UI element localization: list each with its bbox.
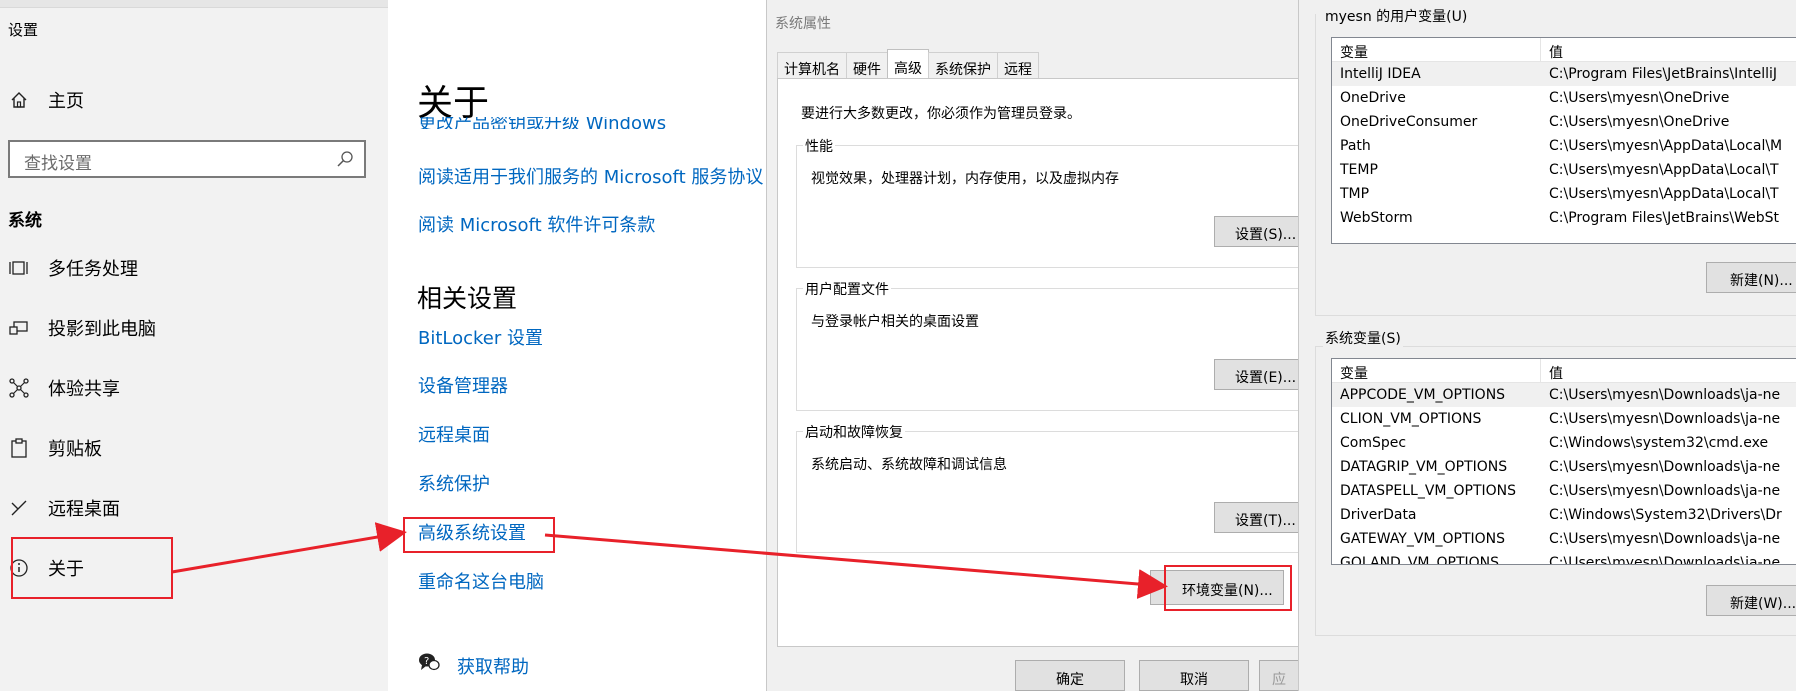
multitask-icon <box>8 257 30 279</box>
user-variables-list[interactable]: 变量 值 IntelliJ IDEA C:\Program Files\JetBr… <box>1331 37 1796 244</box>
user-new-button[interactable]: 新建(N)... <box>1706 262 1796 293</box>
nav-share[interactable]: 体验共享 <box>0 366 388 410</box>
apply-button[interactable]: 应 <box>1259 660 1299 691</box>
nav-home-label: 主页 <box>48 91 84 112</box>
license-terms-link[interactable]: 阅读 Microsoft 软件许可条款 <box>418 211 655 237</box>
col-variable: 变量 <box>1340 45 1368 61</box>
list-item[interactable]: DATAGRIP_VM_OPTIONS C:\Users\myesn\Downlo… <box>1332 455 1796 479</box>
nav-share-label: 体验共享 <box>48 379 120 400</box>
performance-desc: 视觉效果，处理器计划，内存使用，以及虚拟内存 <box>811 171 1119 187</box>
col-value: 值 <box>1549 45 1563 61</box>
project-icon <box>8 317 30 339</box>
admin-note: 要进行大多数更改，你必须作为管理员登录。 <box>801 106 1081 122</box>
remote-desktop-icon <box>8 497 30 519</box>
performance-label: 性能 <box>803 136 835 156</box>
ok-button[interactable]: 确定 <box>1015 660 1125 691</box>
list-item[interactable]: TEMP C:\Users\myesn\AppData\Local\T <box>1332 158 1796 182</box>
list-item[interactable]: WebStorm C:\Program Files\JetBrains\WebSt <box>1332 206 1796 230</box>
related-settings-title: 相关设置 <box>417 284 518 313</box>
nav-multitask-label: 多任务处理 <box>48 259 138 280</box>
search-placeholder: 查找设置 <box>24 154 92 174</box>
list-item[interactable]: APPCODE_VM_OPTIONS C:\Users\myesn\Downloa… <box>1332 383 1796 407</box>
system-new-button[interactable]: 新建(W)... <box>1706 585 1796 616</box>
nav-home[interactable]: 主页 <box>0 78 388 122</box>
partial-link[interactable]: 更改产品密钥或升级 Windows <box>418 117 666 129</box>
tab-advanced[interactable]: 高级 <box>887 49 929 78</box>
list-item[interactable]: GOLAND_VM_OPTIONS C:\Users\myesn\Download… <box>1332 551 1796 564</box>
list-item[interactable]: ComSpec C:\Windows\system32\cmd.exe <box>1332 431 1796 455</box>
list-item[interactable]: OneDriveConsumer C:\Users\myesn\OneDrive <box>1332 110 1796 134</box>
user-profiles-group: 用户配置文件 与登录帐户相关的桌面设置 设置(E)... <box>796 279 1314 411</box>
settings-window-title: 设置 <box>8 21 39 39</box>
startup-recovery-label: 启动和故障恢复 <box>803 422 905 442</box>
share-icon <box>8 377 30 399</box>
annotation-box-about <box>11 537 173 599</box>
startup-recovery-desc: 系统启动、系统故障和调试信息 <box>811 457 1007 473</box>
nav-remote-desktop[interactable]: 远程桌面 <box>0 486 388 530</box>
tab-strip: 计算机名 硬件 高级 系统保护 远程 <box>777 49 1039 78</box>
section-heading-system: 系统 <box>8 211 42 231</box>
nav-remote-desktop-label: 远程桌面 <box>48 499 120 520</box>
startup-recovery-group: 启动和故障恢复 系统启动、系统故障和调试信息 设置(T)... <box>796 422 1314 553</box>
user-list-header: 变量 值 <box>1332 38 1796 62</box>
list-item[interactable]: DATASPELL_VM_OPTIONS C:\Users\myesn\Downl… <box>1332 479 1796 503</box>
environment-variables-dialog: myesn 的用户变量(U) 变量 值 IntelliJ IDEA C:\Prog… <box>1298 0 1796 691</box>
tab-remote[interactable]: 远程 <box>997 52 1039 78</box>
user-profiles-desc: 与登录帐户相关的桌面设置 <box>811 314 979 330</box>
service-agreement-link[interactable]: 阅读适用于我们服务的 Microsoft 服务协议 <box>418 163 763 189</box>
performance-group: 性能 视觉效果，处理器计划，内存使用，以及虚拟内存 设置(S)... <box>796 136 1314 268</box>
annotation-box-env-button <box>1164 565 1292 611</box>
nav-clipboard-label: 剪贴板 <box>48 439 102 460</box>
home-icon <box>8 89 30 111</box>
list-item[interactable]: IntelliJ IDEA C:\Program Files\JetBrains\… <box>1332 62 1796 86</box>
list-item[interactable]: OneDrive C:\Users\myesn\OneDrive <box>1332 86 1796 110</box>
system-variables-label: 系统变量(S) <box>1323 328 1403 348</box>
search-icon <box>336 150 354 172</box>
clipboard-icon <box>8 437 30 459</box>
help-icon: ? <box>418 652 440 676</box>
list-item[interactable]: DriverData C:\Windows\System32\Drivers\Dr <box>1332 503 1796 527</box>
tab-system-protection[interactable]: 系统保护 <box>928 52 998 78</box>
nav-project-label: 投影到此电脑 <box>48 319 156 340</box>
get-help-link[interactable]: 获取帮助 <box>457 653 529 679</box>
dialog-title: 系统属性 <box>775 16 831 32</box>
user-variables-label: myesn 的用户变量(U) <box>1323 6 1470 26</box>
user-profiles-label: 用户配置文件 <box>803 279 891 299</box>
nav-project[interactable]: 投影到此电脑 <box>0 306 388 350</box>
system-protection-link[interactable]: 系统保护 <box>418 470 490 496</box>
about-page: 关于 更改产品密钥或升级 Windows 阅读适用于我们服务的 Microsof… <box>388 0 766 691</box>
cancel-button[interactable]: 取消 <box>1139 660 1249 691</box>
search-input[interactable]: 查找设置 <box>8 140 366 178</box>
annotation-box-advanced <box>403 517 555 553</box>
tab-hardware[interactable]: 硬件 <box>846 52 888 78</box>
system-list-header: 变量 值 <box>1332 359 1796 383</box>
remote-desktop-link[interactable]: 远程桌面 <box>418 421 490 447</box>
list-item[interactable]: GATEWAY_VM_OPTIONS C:\Users\myesn\Downloa… <box>1332 527 1796 551</box>
rename-pc-link[interactable]: 重命名这台电脑 <box>418 568 544 594</box>
taskbar-strip <box>0 0 388 8</box>
bitlocker-link[interactable]: BitLocker 设置 <box>418 324 543 350</box>
system-variables-list[interactable]: 变量 值 APPCODE_VM_OPTIONS C:\Users\myesn\Do… <box>1331 358 1796 565</box>
tab-computer-name[interactable]: 计算机名 <box>777 52 847 78</box>
device-manager-link[interactable]: 设备管理器 <box>418 372 508 398</box>
list-item[interactable]: CLION_VM_OPTIONS C:\Users\myesn\Downloads… <box>1332 407 1796 431</box>
nav-clipboard[interactable]: 剪贴板 <box>0 426 388 470</box>
list-item[interactable]: TMP C:\Users\myesn\AppData\Local\T <box>1332 182 1796 206</box>
list-item[interactable]: Path C:\Users\myesn\AppData\Local\M <box>1332 134 1796 158</box>
nav-multitask[interactable]: 多任务处理 <box>0 246 388 290</box>
